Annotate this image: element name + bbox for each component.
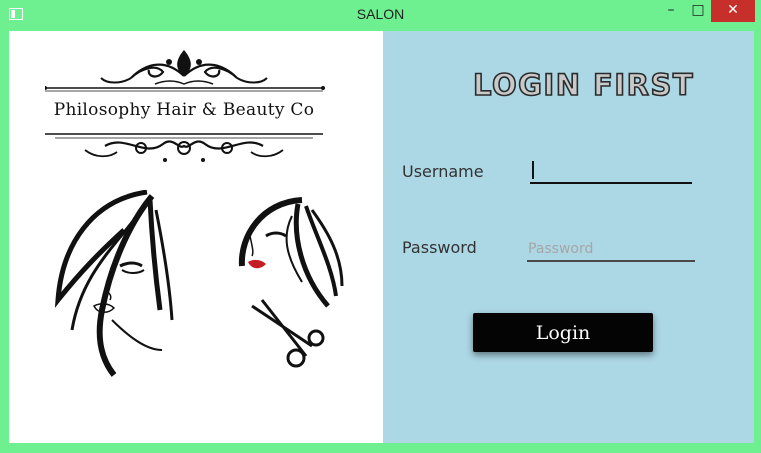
- login-heading: LOGIN FIRST: [472, 67, 695, 103]
- password-input[interactable]: [527, 238, 695, 262]
- text-cursor: [532, 161, 534, 179]
- woman-face-illustration-icon: [54, 190, 174, 377]
- username-input[interactable]: [530, 158, 692, 184]
- password-label: Password: [402, 238, 477, 257]
- minimize-button[interactable]: –: [657, 0, 685, 22]
- woman-scissors-illustration-icon: [238, 197, 344, 368]
- brand-name: Philosophy Hair & Beauty Co: [53, 100, 315, 120]
- top-ornament-icon: [45, 50, 325, 92]
- window-title: SALON: [356, 6, 405, 22]
- username-label: Username: [402, 162, 484, 181]
- bottom-ornament-icon: [45, 133, 323, 162]
- title-bar: SALON – □ ✕: [0, 0, 761, 31]
- close-button[interactable]: ✕: [711, 0, 755, 22]
- login-button[interactable]: Login: [473, 313, 653, 352]
- maximize-button[interactable]: □: [686, 0, 710, 22]
